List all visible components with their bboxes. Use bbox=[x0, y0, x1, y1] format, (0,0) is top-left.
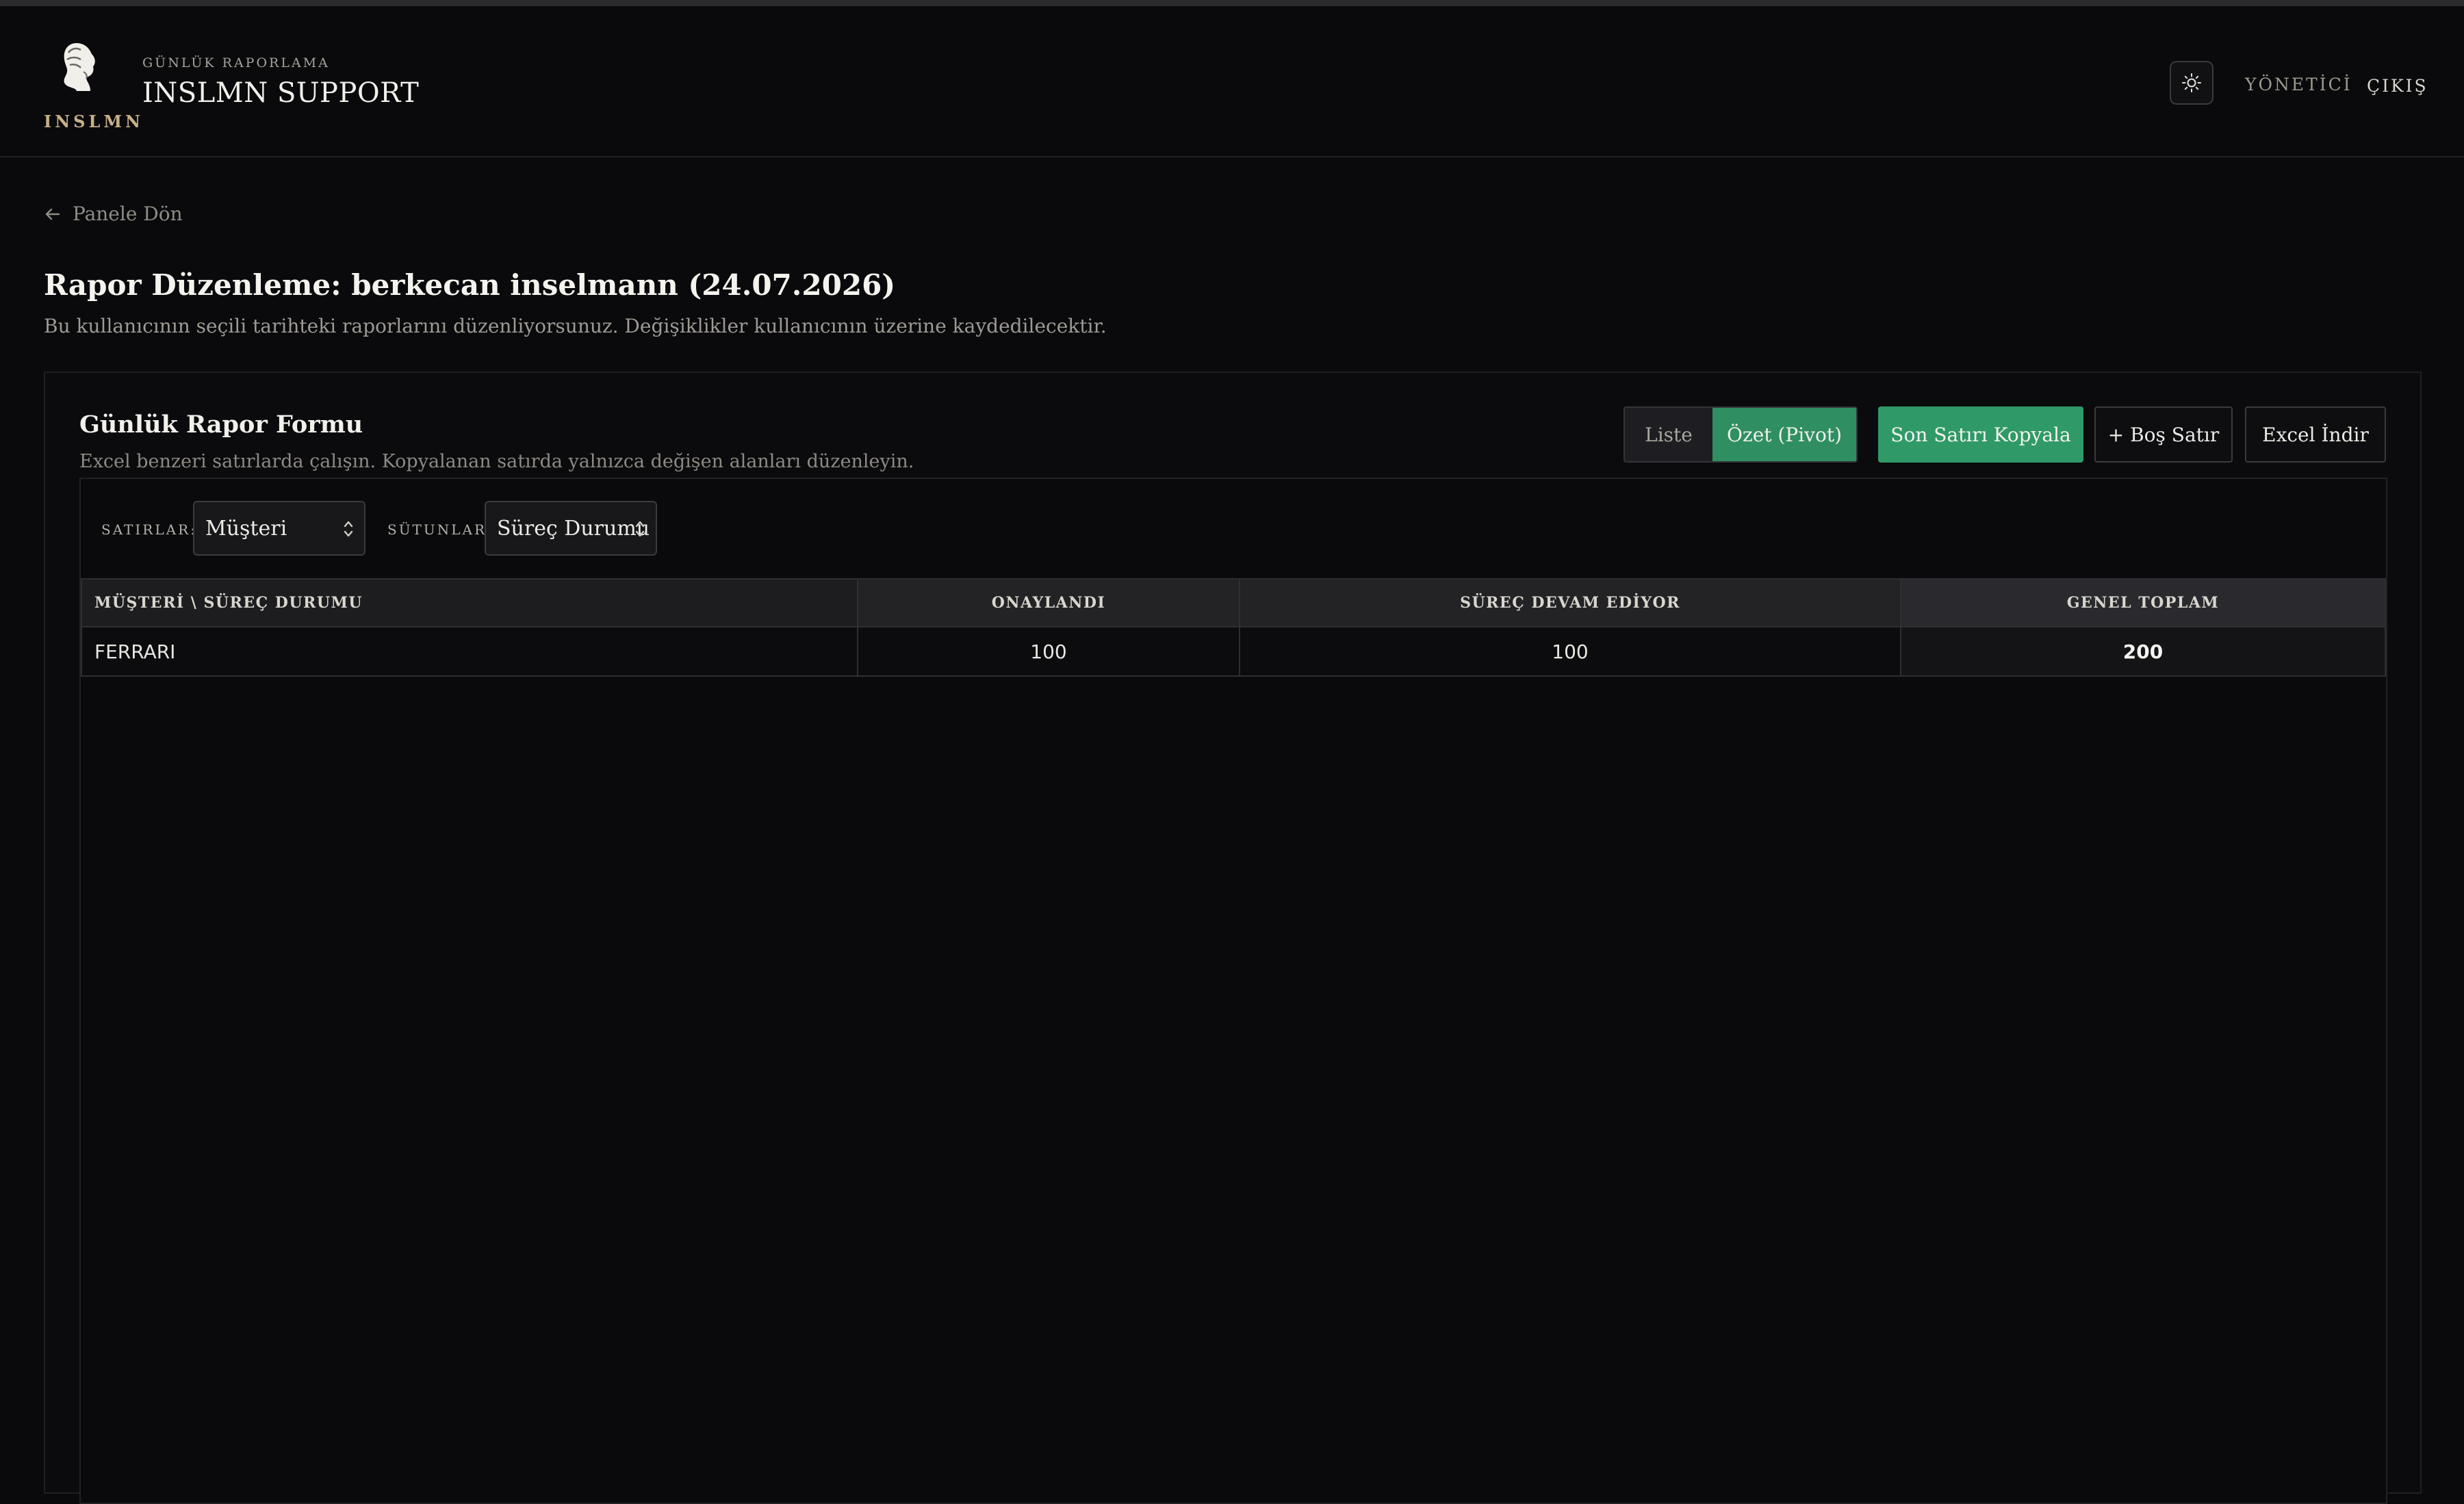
columns-select-value: Süreç Durumu bbox=[497, 516, 650, 541]
rows-select-value: Müşteri bbox=[205, 516, 287, 541]
app-header: INSLMN GÜNLÜK RAPORLAMA INSLMN SUPPORT Y… bbox=[0, 6, 2464, 157]
select-arrows-icon bbox=[344, 521, 353, 537]
pivot-cell: 100 bbox=[857, 626, 1240, 677]
logo-text: INSLMN bbox=[44, 112, 144, 131]
app-subtitle: GÜNLÜK RAPORLAMA bbox=[142, 55, 330, 70]
page-description: Bu kullanıcının seçili tarihteki raporla… bbox=[44, 315, 1107, 337]
page-title: Rapor Düzenleme: berkecan inselmann (24.… bbox=[44, 268, 896, 302]
excel-download-button[interactable]: Excel İndir bbox=[2245, 406, 2386, 463]
nav-logout-link[interactable]: ÇIKIŞ bbox=[2367, 76, 2428, 96]
rows-select[interactable]: Müşteri bbox=[193, 501, 365, 556]
pivot-corner-header: MÜŞTERİ \ SÜREÇ DURUMU bbox=[81, 578, 858, 627]
nav-admin-link[interactable]: YÖNETİCİ bbox=[2245, 75, 2352, 94]
arrow-left-icon bbox=[45, 208, 60, 220]
brand-logo[interactable]: INSLMN bbox=[41, 40, 144, 143]
pivot-col-header: ONAYLANDI bbox=[857, 578, 1240, 627]
app-title: INSLMN SUPPORT bbox=[142, 77, 420, 109]
view-list-button[interactable]: Liste bbox=[1625, 408, 1712, 461]
bust-logo-icon bbox=[64, 43, 95, 91]
form-description: Excel benzeri satırlarda çalışın. Kopyal… bbox=[79, 451, 914, 472]
table-row: FERRARI 100 100 200 bbox=[81, 626, 2386, 677]
columns-select[interactable]: Süreç Durumu bbox=[485, 501, 657, 556]
columns-label: SÜTUNLAR: bbox=[387, 521, 493, 538]
pivot-col-header: SÜREÇ DEVAM EDİYOR bbox=[1239, 578, 1901, 627]
pivot-row-label: FERRARI bbox=[81, 626, 858, 677]
daily-report-form-card: Günlük Rapor Formu Excel benzeri satırla… bbox=[44, 372, 2422, 1504]
pivot-table: MÜŞTERİ \ SÜREÇ DURUMU ONAYLANDI SÜREÇ D… bbox=[81, 578, 2386, 677]
pivot-panel: SATIRLAR: Müşteri SÜTUNLAR: Süreç Durumu… bbox=[79, 478, 2387, 1504]
back-label: Panele Dön bbox=[73, 203, 183, 225]
view-mode-toggle: Liste Özet (Pivot) bbox=[1624, 406, 1858, 463]
select-arrows-icon bbox=[635, 521, 645, 537]
pivot-header-row: MÜŞTERİ \ SÜREÇ DURUMU ONAYLANDI SÜREÇ D… bbox=[81, 578, 2386, 627]
pivot-cell: 100 bbox=[1239, 626, 1901, 677]
back-to-panel-link[interactable]: Panele Dön bbox=[44, 203, 183, 225]
form-title: Günlük Rapor Formu bbox=[79, 411, 363, 439]
theme-toggle-button[interactable] bbox=[2170, 61, 2213, 105]
copy-last-row-button[interactable]: Son Satırı Kopyala bbox=[1878, 406, 2083, 463]
rows-label: SATIRLAR: bbox=[101, 521, 197, 538]
top-strip bbox=[0, 0, 2464, 6]
add-empty-row-button[interactable]: + Boş Satır bbox=[2094, 406, 2233, 463]
pivot-total-header: GENEL TOPLAM bbox=[1900, 578, 2386, 627]
sun-icon bbox=[2182, 73, 2201, 92]
view-pivot-button[interactable]: Özet (Pivot) bbox=[1712, 408, 1856, 461]
pivot-grand-total-cell: 200 bbox=[1900, 626, 2386, 677]
